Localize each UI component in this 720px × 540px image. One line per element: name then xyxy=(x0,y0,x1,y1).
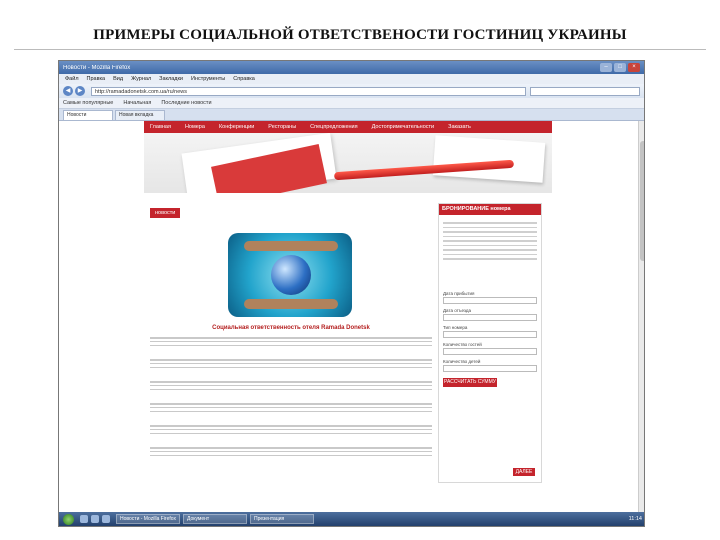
bookmark-item[interactable]: Начальная xyxy=(123,100,151,106)
calculate-button[interactable]: РАССЧИТАТЬ СУММУ xyxy=(443,378,497,387)
departure-date-label: Дата отъезда xyxy=(443,308,471,313)
site-nav-restaurants[interactable]: Рестораны xyxy=(268,124,296,130)
bookmarks-toolbar: Самые популярные Начальная Последние нов… xyxy=(59,98,644,109)
menu-bar: Файл Правка Вид Журнал Закладки Инструме… xyxy=(59,74,644,84)
children-label: Количество детей xyxy=(443,359,481,364)
vertical-scrollbar[interactable] xyxy=(638,121,644,514)
forward-arrow-icon[interactable]: ▶ xyxy=(75,86,85,96)
bookmark-item[interactable]: Самые популярные xyxy=(63,100,113,106)
booking-heading: БРОНИРОВАНИЕ номера xyxy=(439,204,541,215)
article-paragraph xyxy=(150,445,432,463)
globe-icon xyxy=(271,255,311,295)
article-paragraph xyxy=(150,357,432,375)
menu-item-file[interactable]: Файл xyxy=(65,76,79,82)
guests-label: Количество гостей xyxy=(443,342,482,347)
window-title: Новости - Mozilla Firefox xyxy=(63,64,131,71)
article-paragraph xyxy=(150,379,432,397)
tab-news[interactable]: Новости xyxy=(63,110,113,120)
search-input[interactable] xyxy=(530,86,640,96)
next-button[interactable]: ДАЛЕЕ xyxy=(513,468,535,476)
browser-screenshot: Новости - Mozilla Firefox – □ × Файл Пра… xyxy=(58,60,645,527)
quicklaunch-icon[interactable] xyxy=(91,515,99,523)
menu-item-history[interactable]: Журнал xyxy=(131,76,151,82)
menu-item-view[interactable]: Вид xyxy=(113,76,123,82)
slide-title: ПРИМЕРЫ СОЦИАЛЬНОЙ ОТВЕТСТВЕНОСТИ ГОСТИН… xyxy=(93,27,627,43)
room-type-select[interactable] xyxy=(443,331,537,338)
back-arrow-icon[interactable]: ◀ xyxy=(63,86,73,96)
room-type-label: Тип номера xyxy=(443,325,468,330)
news-label: новости xyxy=(150,208,181,218)
site-nav-rooms[interactable]: Номера xyxy=(185,124,205,130)
taskbar-task[interactable]: Документ xyxy=(183,514,247,524)
tab-strip: Новости Новая вкладка xyxy=(59,109,644,121)
maximize-button[interactable]: □ xyxy=(614,63,626,72)
hand-graphic xyxy=(244,241,338,251)
hero-banner xyxy=(144,133,552,193)
menu-item-bookmarks[interactable]: Закладки xyxy=(159,76,183,82)
windows-taskbar: Новости - Mozilla Firefox Документ Презе… xyxy=(59,512,644,526)
address-bar[interactable]: http://ramadadonetsk.com.ua/ru/news xyxy=(91,86,526,96)
system-clock: 11:14 xyxy=(628,516,642,522)
notepad-graphic xyxy=(432,135,546,183)
scrollbar-thumb[interactable] xyxy=(640,141,644,261)
site-nav-offers[interactable]: Спецпредложения xyxy=(310,124,357,130)
minimize-button[interactable]: – xyxy=(600,63,612,72)
menu-item-edit[interactable]: Правка xyxy=(87,76,106,82)
taskbar-task[interactable]: Презентация xyxy=(250,514,314,524)
bookmark-item[interactable]: Последние новости xyxy=(161,100,211,106)
slide: ПРИМЕРЫ СОЦИАЛЬНОЙ ОТВЕТСТВЕНОСТИ ГОСТИН… xyxy=(0,0,720,540)
navigation-toolbar: ◀ ▶ http://ramadadonetsk.com.ua/ru/news xyxy=(59,84,644,98)
departure-date-field[interactable] xyxy=(443,314,537,321)
article-title: Социальная ответственность отеля Ramada … xyxy=(212,325,370,331)
arrival-date-field[interactable] xyxy=(443,297,537,304)
site-navigation: Главная Номера Конференции Рестораны Спе… xyxy=(144,121,552,133)
site-nav-order[interactable]: Заказать xyxy=(448,124,471,130)
quicklaunch-icon[interactable] xyxy=(80,515,88,523)
article-paragraph xyxy=(150,401,432,419)
menu-item-tools[interactable]: Инструменты xyxy=(191,76,225,82)
children-select[interactable] xyxy=(443,365,537,372)
site-nav-sights[interactable]: Достопримечательности xyxy=(372,124,435,130)
page-viewport: Главная Номера Конференции Рестораны Спе… xyxy=(59,121,644,514)
menu-item-help[interactable]: Справка xyxy=(233,76,255,82)
arrival-date-label: Дата прибытия xyxy=(443,291,475,296)
globe-image xyxy=(228,233,352,317)
taskbar-task[interactable]: Новости - Mozilla Firefox xyxy=(116,514,180,524)
site-nav-home[interactable]: Главная xyxy=(150,124,171,130)
news-article: новости Социальная ответственность отеля… xyxy=(150,201,432,463)
title-divider xyxy=(14,49,706,50)
start-button-icon[interactable] xyxy=(63,513,74,525)
hand-graphic xyxy=(244,299,338,309)
booking-sidebar: БРОНИРОВАНИЕ номера Дата прибытия Дата о… xyxy=(438,203,542,483)
quicklaunch-icon[interactable] xyxy=(102,515,110,523)
tab-new[interactable]: Новая вкладка xyxy=(115,110,165,120)
article-paragraph xyxy=(150,423,432,441)
article-paragraph xyxy=(150,335,432,353)
close-button[interactable]: × xyxy=(628,63,640,72)
guests-select[interactable] xyxy=(443,348,537,355)
hotel-website: Главная Номера Конференции Рестораны Спе… xyxy=(144,121,552,514)
site-nav-conferences[interactable]: Конференции xyxy=(219,124,254,130)
window-titlebar: Новости - Mozilla Firefox – □ × xyxy=(59,61,644,74)
booking-info xyxy=(439,215,541,287)
